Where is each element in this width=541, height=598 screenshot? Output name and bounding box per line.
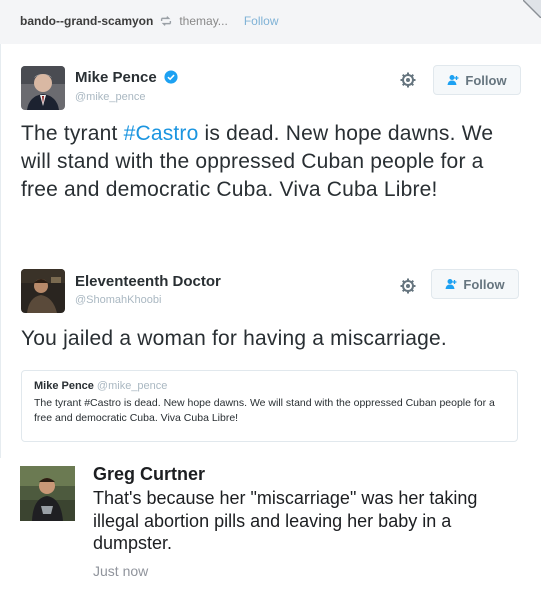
reblog-icon [161, 16, 172, 26]
avatar-greg-image [20, 466, 75, 521]
add-person-icon [447, 75, 459, 85]
follow-button[interactable]: Follow [433, 65, 521, 95]
tweet-card: Mike Pence @mike_pence Follow The tyrant… [0, 44, 541, 458]
blog-username[interactable]: bando--grand-scamyon [20, 14, 153, 28]
tweet-text-start: The tyrant [21, 122, 124, 145]
tweet-author-handle[interactable]: @mike_pence [75, 91, 145, 103]
tweet-author-name-row: Mike Pence [75, 69, 178, 86]
follow-button[interactable]: Follow [431, 269, 519, 299]
comment-timestamp[interactable]: Just now [93, 563, 148, 579]
comment-text: That's because her "miscarriage" was her… [93, 488, 478, 553]
avatar[interactable] [21, 66, 65, 110]
post-header-row: bando--grand-scamyon themay... Follow [20, 14, 279, 28]
add-person-icon [445, 279, 457, 289]
tweet-author-name[interactable]: Mike Pence [75, 69, 157, 86]
gear-icon[interactable] [400, 278, 416, 294]
quoted-author-name: Mike Pence [34, 380, 94, 392]
corner-fold-icon [523, 0, 541, 18]
quoted-tweet-header: Mike Pence @mike_pence [34, 380, 505, 392]
comment: Greg Curtner That's because her "miscarr… [0, 458, 541, 598]
quoted-tweet-text: The tyrant #Castro is dead. New hope daw… [34, 397, 495, 424]
post-header: bando--grand-scamyon themay... Follow [0, 0, 541, 44]
follow-button-label: Follow [463, 276, 505, 292]
reblogged-from[interactable]: themay... [179, 14, 227, 28]
reply-text: You jailed a woman for having a miscarri… [21, 327, 447, 350]
reply-author-name[interactable]: Eleventeenth Doctor [75, 273, 221, 290]
avatar[interactable] [20, 466, 75, 521]
header-follow-link[interactable]: Follow [244, 14, 279, 28]
quoted-tweet[interactable]: Mike Pence @mike_pence The tyrant #Castro… [21, 370, 518, 442]
comment-author-name[interactable]: Greg Curtner [93, 464, 205, 485]
quoted-author-handle: @mike_pence [96, 380, 168, 392]
reply-author-handle[interactable]: @ShomahKhoobi [75, 294, 161, 306]
follow-button-label: Follow [465, 72, 507, 88]
avatar-pence-image [21, 66, 65, 110]
hashtag-link[interactable]: #Castro [124, 122, 199, 145]
verified-badge-icon [164, 70, 178, 84]
gear-icon[interactable] [400, 72, 416, 88]
avatar-doctor-image [21, 269, 65, 313]
avatar[interactable] [21, 269, 65, 313]
tweet-text: The tyrant #Castro is dead. New hope daw… [21, 120, 526, 204]
